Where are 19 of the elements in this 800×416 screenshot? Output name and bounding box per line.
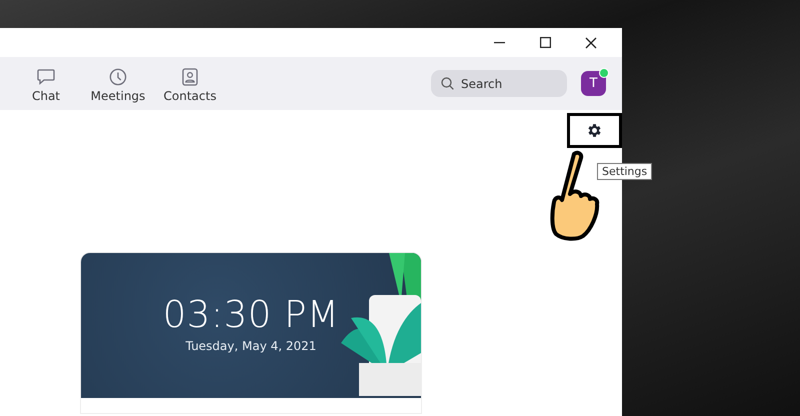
settings-tooltip: Settings bbox=[597, 163, 652, 180]
settings-button[interactable] bbox=[567, 113, 622, 148]
online-status-dot bbox=[599, 68, 609, 78]
nav-tab[interactable]: Contacts bbox=[154, 64, 226, 103]
chat-bubble-icon bbox=[37, 68, 55, 86]
clock-icon bbox=[109, 68, 127, 86]
search-input[interactable]: Search bbox=[461, 76, 551, 90]
search-bar[interactable]: Search bbox=[431, 70, 567, 97]
close-icon bbox=[585, 36, 597, 48]
minimize-icon bbox=[494, 42, 504, 44]
contact-card-icon bbox=[182, 68, 198, 86]
settings-icon bbox=[586, 122, 603, 139]
search-icon bbox=[441, 77, 454, 90]
nav-tab[interactable]: Meetings bbox=[82, 64, 154, 103]
clock-time: 03:30 PM bbox=[162, 296, 340, 333]
user-avatar[interactable]: T bbox=[581, 71, 606, 96]
nav-tab[interactable]: Chat bbox=[10, 64, 82, 103]
maximize-icon bbox=[540, 37, 550, 48]
clock-date: Tuesday, May 4, 2021 bbox=[186, 339, 316, 353]
